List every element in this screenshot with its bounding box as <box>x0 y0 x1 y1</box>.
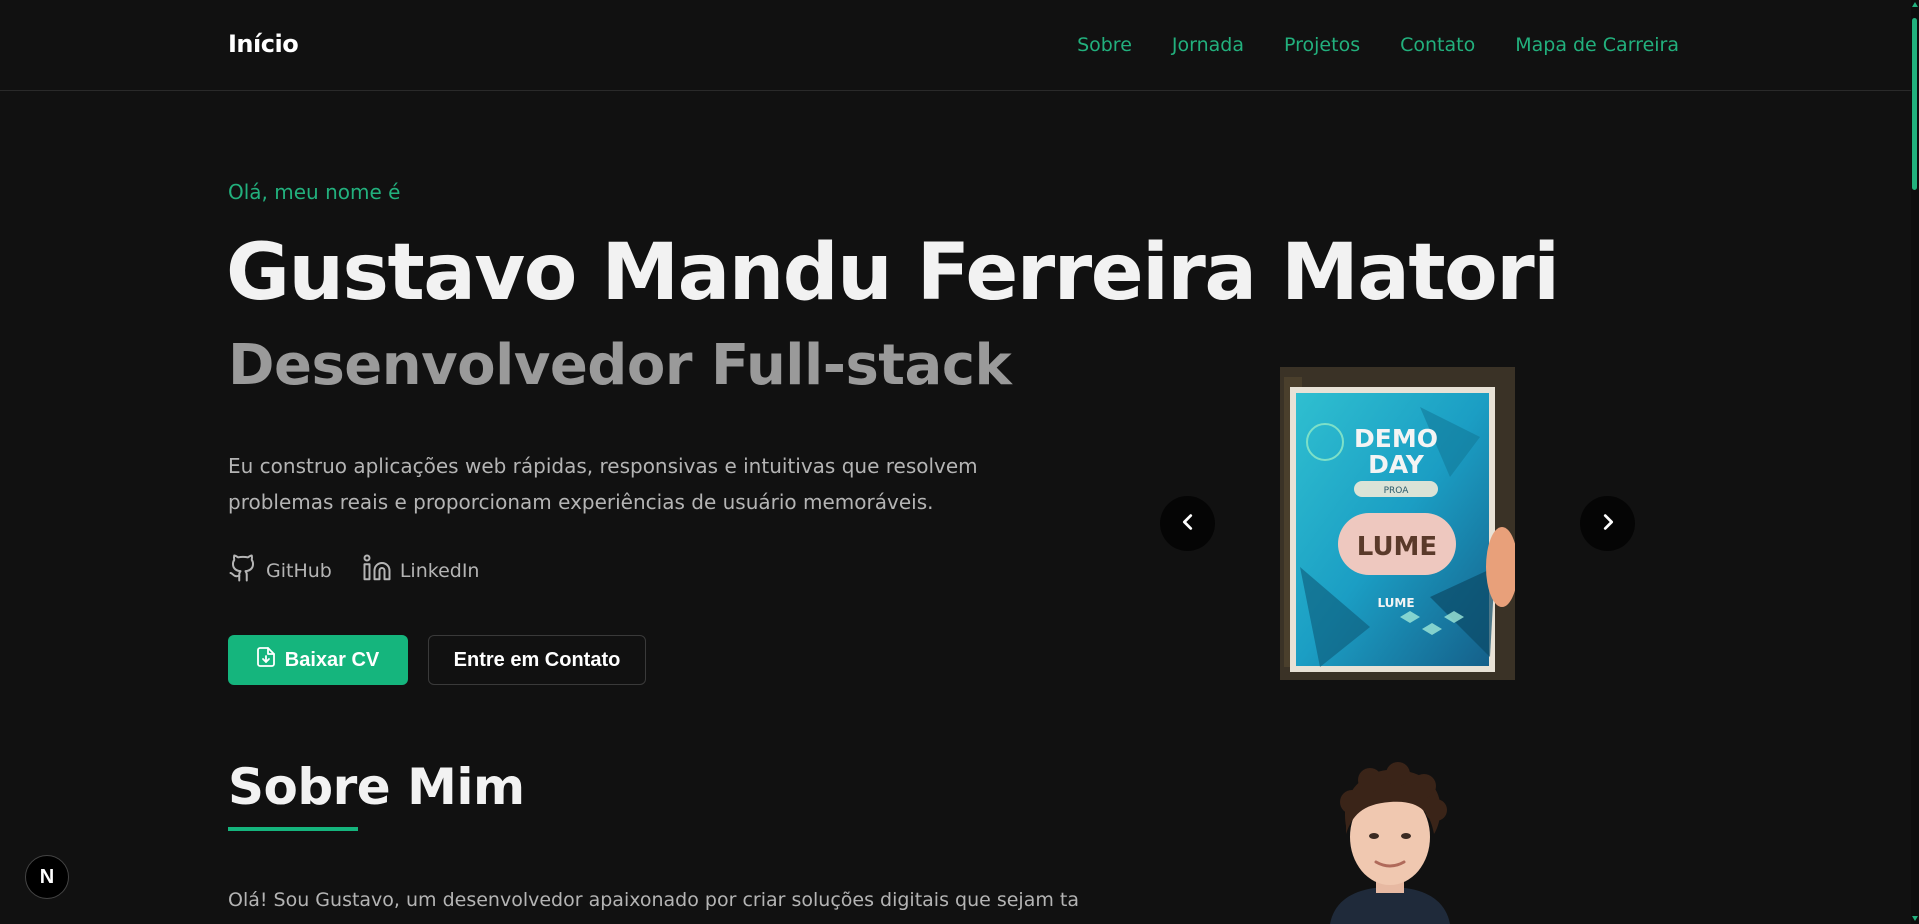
scroll-down-icon[interactable] <box>1912 916 1918 921</box>
contact-button[interactable]: Entre em Contato <box>428 635 646 685</box>
nav-link-jornada[interactable]: Jornada <box>1172 34 1244 56</box>
scrollbar-thumb[interactable] <box>1912 18 1917 190</box>
poster-tag: PROA <box>1384 486 1410 496</box>
poster-logo: LUME <box>1357 532 1437 562</box>
site-header: Início Sobre Jornada Projetos Contato Ma… <box>0 0 1911 91</box>
poster-title-1: DEMO <box>1354 424 1438 453</box>
main-nav: Sobre Jornada Projetos Contato Mapa de C… <box>1077 34 1679 56</box>
brand-link[interactable]: Início <box>228 30 299 58</box>
scroll-up-icon[interactable] <box>1912 2 1918 7</box>
hero-name: Gustavo Mandu Ferreira Matori <box>226 228 1560 318</box>
github-icon <box>228 553 258 588</box>
next-dev-indicator[interactable]: N <box>25 855 69 899</box>
nav-link-sobre[interactable]: Sobre <box>1077 34 1132 56</box>
profile-photo <box>1310 762 1470 924</box>
social-links: GitHub LinkedIn <box>228 553 479 588</box>
download-cv-label: Baixar CV <box>284 648 380 671</box>
file-download-icon <box>256 647 275 673</box>
contact-button-label: Entre em Contato <box>453 648 621 671</box>
nav-link-mapa-de-carreira[interactable]: Mapa de Carreira <box>1515 34 1679 56</box>
github-label: GitHub <box>266 559 332 582</box>
carousel-image: DEMO DAY PROA LUME LUME <box>1280 367 1515 680</box>
about-title-underline <box>228 827 358 831</box>
nav-link-contato[interactable]: Contato <box>1400 34 1475 56</box>
linkedin-icon <box>362 553 392 588</box>
hero-role: Desenvolvedor Full-stack <box>228 333 1012 398</box>
download-cv-button[interactable]: Baixar CV <box>228 635 408 685</box>
about-text: Olá! Sou Gustavo, um desenvolvedor apaix… <box>228 889 1078 911</box>
poster-caption: LUME <box>1377 596 1414 610</box>
hero-description: Eu construo aplicações web rápidas, resp… <box>228 454 978 514</box>
poster-title-2: DAY <box>1368 450 1425 479</box>
carousel-next-button[interactable] <box>1580 496 1635 551</box>
linkedin-link[interactable]: LinkedIn <box>362 553 480 588</box>
chevron-left-icon <box>1177 511 1199 537</box>
about-title: Sobre Mim <box>228 758 525 816</box>
linkedin-label: LinkedIn <box>399 559 480 582</box>
nav-link-projetos[interactable]: Projetos <box>1284 34 1360 56</box>
hero-greeting: Olá, meu nome é <box>228 180 401 204</box>
github-link[interactable]: GitHub <box>228 553 332 588</box>
chevron-right-icon <box>1597 511 1619 537</box>
carousel-prev-button[interactable] <box>1160 496 1215 551</box>
